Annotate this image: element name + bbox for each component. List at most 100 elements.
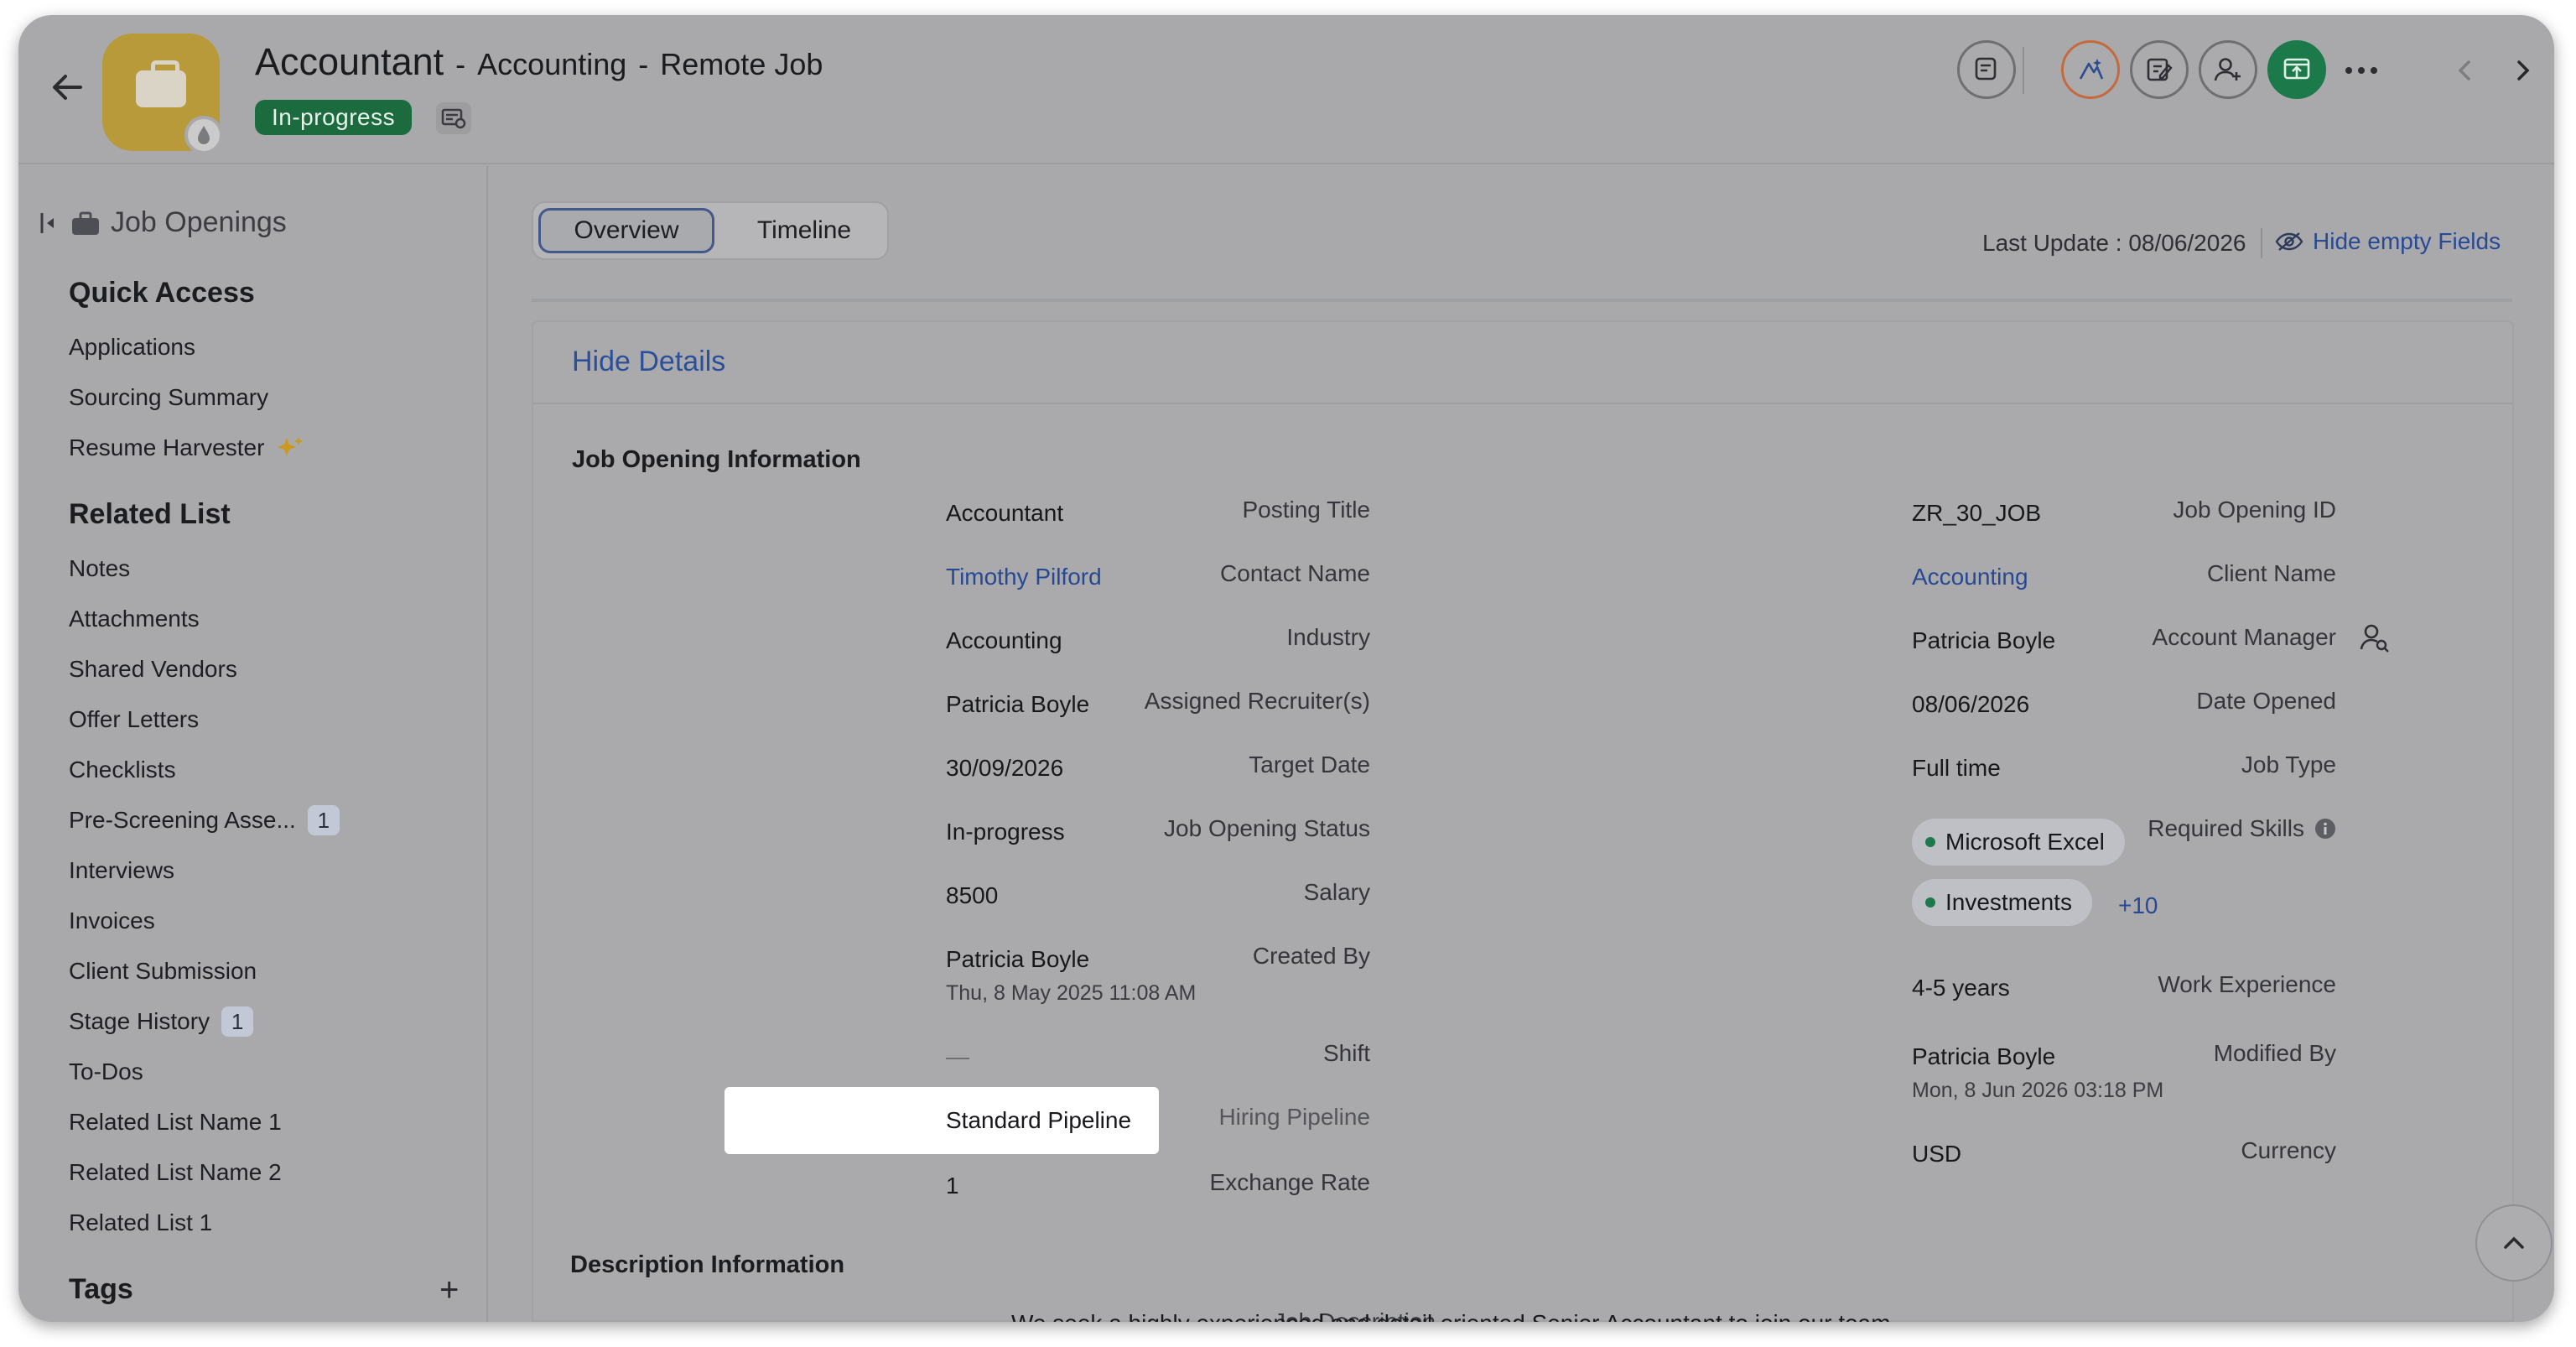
- hiring-pipeline-value[interactable]: Standard Pipeline: [946, 1107, 1131, 1134]
- hide-empty-fields-link[interactable]: Hide empty Fields: [2274, 228, 2501, 255]
- collapse-sidebar-icon[interactable]: [39, 210, 59, 237]
- industry-value: Accounting: [946, 627, 1062, 653]
- job-department: Accounting: [477, 47, 627, 81]
- notes-button[interactable]: [1957, 40, 2016, 99]
- sidebar-item-related-list-name-1[interactable]: Related List Name 1: [69, 1109, 282, 1136]
- description-info-heading: Description Information: [570, 1251, 845, 1278]
- modified-by-value: Patricia Boyle: [1912, 1043, 2056, 1069]
- info-icon[interactable]: [2314, 818, 2336, 840]
- job-mode: Remote Job: [660, 47, 823, 81]
- sidebar-item-pre-screening[interactable]: Pre-Screening Asse... 1: [69, 805, 340, 835]
- tab-overview[interactable]: Overview: [538, 208, 714, 253]
- eye-slash-icon: [2275, 232, 2303, 251]
- back-arrow-icon[interactable]: [47, 67, 87, 107]
- status-history-icon[interactable]: [436, 102, 471, 134]
- sidebar-module-title[interactable]: Job Openings: [111, 206, 287, 239]
- title-separator: -: [638, 47, 649, 81]
- job-description-value: We seek a highly experienced and detail-…: [1011, 1310, 1897, 1322]
- sidebar-item-resume-harvester[interactable]: Resume Harvester: [69, 434, 304, 461]
- job-opening-id-value: ZR_30_JOB: [1912, 500, 2042, 526]
- chevron-left-icon[interactable]: [2447, 52, 2484, 89]
- client-name-link[interactable]: Accounting: [1912, 564, 2028, 590]
- work-experience-value: 4-5 years: [1912, 975, 2010, 1001]
- field-label: Salary: [1303, 879, 1370, 905]
- field-label: Job Type: [2241, 752, 2336, 778]
- count-badge: 1: [307, 805, 340, 835]
- water-drop-icon[interactable]: [184, 116, 223, 154]
- skill-chip[interactable]: Investments: [1912, 879, 2092, 926]
- field-label: Shift: [1322, 1040, 1370, 1066]
- main-content: Overview Timeline Last Update : 08/06/20…: [490, 166, 2554, 1322]
- field-label: Work Experience: [2158, 971, 2336, 997]
- field-label: Industry: [1286, 624, 1370, 650]
- user-search-icon[interactable]: [2360, 622, 2390, 653]
- related-list-heading: Related List: [69, 498, 231, 530]
- exchange-rate-value: 1: [946, 1173, 959, 1199]
- account-manager-value: Patricia Boyle: [1912, 627, 2056, 653]
- field-label: Created By: [1252, 943, 1370, 969]
- field-label: Modified By: [2213, 1040, 2336, 1066]
- skill-chip[interactable]: Microsoft Excel: [1912, 819, 2125, 866]
- sidebar-item-client-submission[interactable]: Client Submission: [69, 958, 257, 985]
- edit-button[interactable]: [2130, 40, 2189, 99]
- sidebar-item-stage-history[interactable]: Stage History 1: [69, 1006, 254, 1037]
- view-tabs: Overview Timeline: [532, 201, 889, 260]
- more-options-icon[interactable]: [2338, 47, 2385, 94]
- add-tag-button[interactable]: +: [439, 1273, 459, 1307]
- divider: [533, 403, 2512, 404]
- sidebar-item-sourcing-summary[interactable]: Sourcing Summary: [69, 384, 268, 411]
- field-label: Exchange Rate: [1209, 1169, 1370, 1195]
- sidebar-item-related-list-name-2[interactable]: Related List Name 2: [69, 1159, 282, 1186]
- status-badge[interactable]: In-progress: [255, 100, 413, 135]
- more-skills-link[interactable]: +10: [2118, 892, 2158, 919]
- zia-sparkle-icon: [2079, 59, 2104, 80]
- sidebar-item-offer-letters[interactable]: Offer Letters: [69, 706, 199, 733]
- job-opening-status-value: In-progress: [946, 819, 1065, 845]
- sourcing-button[interactable]: [2061, 40, 2120, 99]
- publish-button[interactable]: [2267, 40, 2326, 99]
- scroll-shadow: [532, 299, 2512, 302]
- sidebar-item-attachments[interactable]: Attachments: [69, 606, 200, 632]
- field-label: Target Date: [1249, 752, 1370, 778]
- tab-timeline[interactable]: Timeline: [724, 208, 884, 253]
- app-window: Accountant - Accounting - Remote Job In-…: [18, 15, 2554, 1322]
- chevron-up-icon: [2504, 1236, 2524, 1249]
- status-dot: [1925, 837, 1935, 847]
- posting-title-value: Accountant: [946, 500, 1064, 526]
- field-label: Posting Title: [1242, 497, 1370, 523]
- sidebar-item-related-list-1[interactable]: Related List 1: [69, 1209, 212, 1236]
- sidebar-item-checklists[interactable]: Checklists: [69, 757, 176, 783]
- assigned-recruiter-value: Patricia Boyle: [946, 691, 1090, 717]
- modified-time: Mon, 8 Jun 2026 03:18 PM: [1912, 1079, 2164, 1102]
- sidebar-item-invoices[interactable]: Invoices: [69, 908, 155, 934]
- scroll-to-top-button[interactable]: [2475, 1204, 2553, 1282]
- currency-value: USD: [1912, 1141, 1962, 1167]
- created-time: Thu, 8 May 2025 11:08 AM: [946, 981, 1197, 1005]
- sparkle-icon: [278, 437, 304, 456]
- job-opening-info-heading: Job Opening Information: [572, 446, 861, 473]
- quick-access-heading: Quick Access: [69, 277, 255, 309]
- field-label: Currency: [2241, 1137, 2336, 1163]
- publish-icon: [2283, 58, 2310, 80]
- add-candidate-button[interactable]: [2199, 40, 2257, 99]
- briefcase-icon: [136, 60, 186, 107]
- job-title: Accountant: [255, 40, 444, 83]
- sidebar-item-to-dos[interactable]: To-Dos: [69, 1058, 143, 1085]
- header-divider: [2023, 47, 2024, 94]
- chevron-right-icon[interactable]: [2504, 52, 2541, 89]
- sidebar-item-shared-vendors[interactable]: Shared Vendors: [69, 656, 237, 683]
- sidebar-item-notes[interactable]: Notes: [69, 555, 130, 582]
- job-avatar[interactable]: [102, 34, 223, 154]
- field-label: Date Opened: [2196, 688, 2336, 714]
- field-label: Job Opening ID: [2173, 497, 2336, 523]
- count-badge: 1: [221, 1006, 254, 1037]
- tags-heading: Tags: [69, 1273, 133, 1305]
- field-label: Client Name: [2206, 560, 2336, 586]
- sidebar-item-applications[interactable]: Applications: [69, 334, 195, 361]
- hide-details-link[interactable]: Hide Details: [572, 346, 725, 378]
- sidebar-item-interviews[interactable]: Interviews: [69, 857, 174, 884]
- field-label: Job Opening Status: [1164, 815, 1370, 841]
- contact-name-link[interactable]: Timothy Pilford: [946, 564, 1102, 590]
- field-label: Contact Name: [1220, 560, 1370, 586]
- divider: [2261, 228, 2262, 258]
